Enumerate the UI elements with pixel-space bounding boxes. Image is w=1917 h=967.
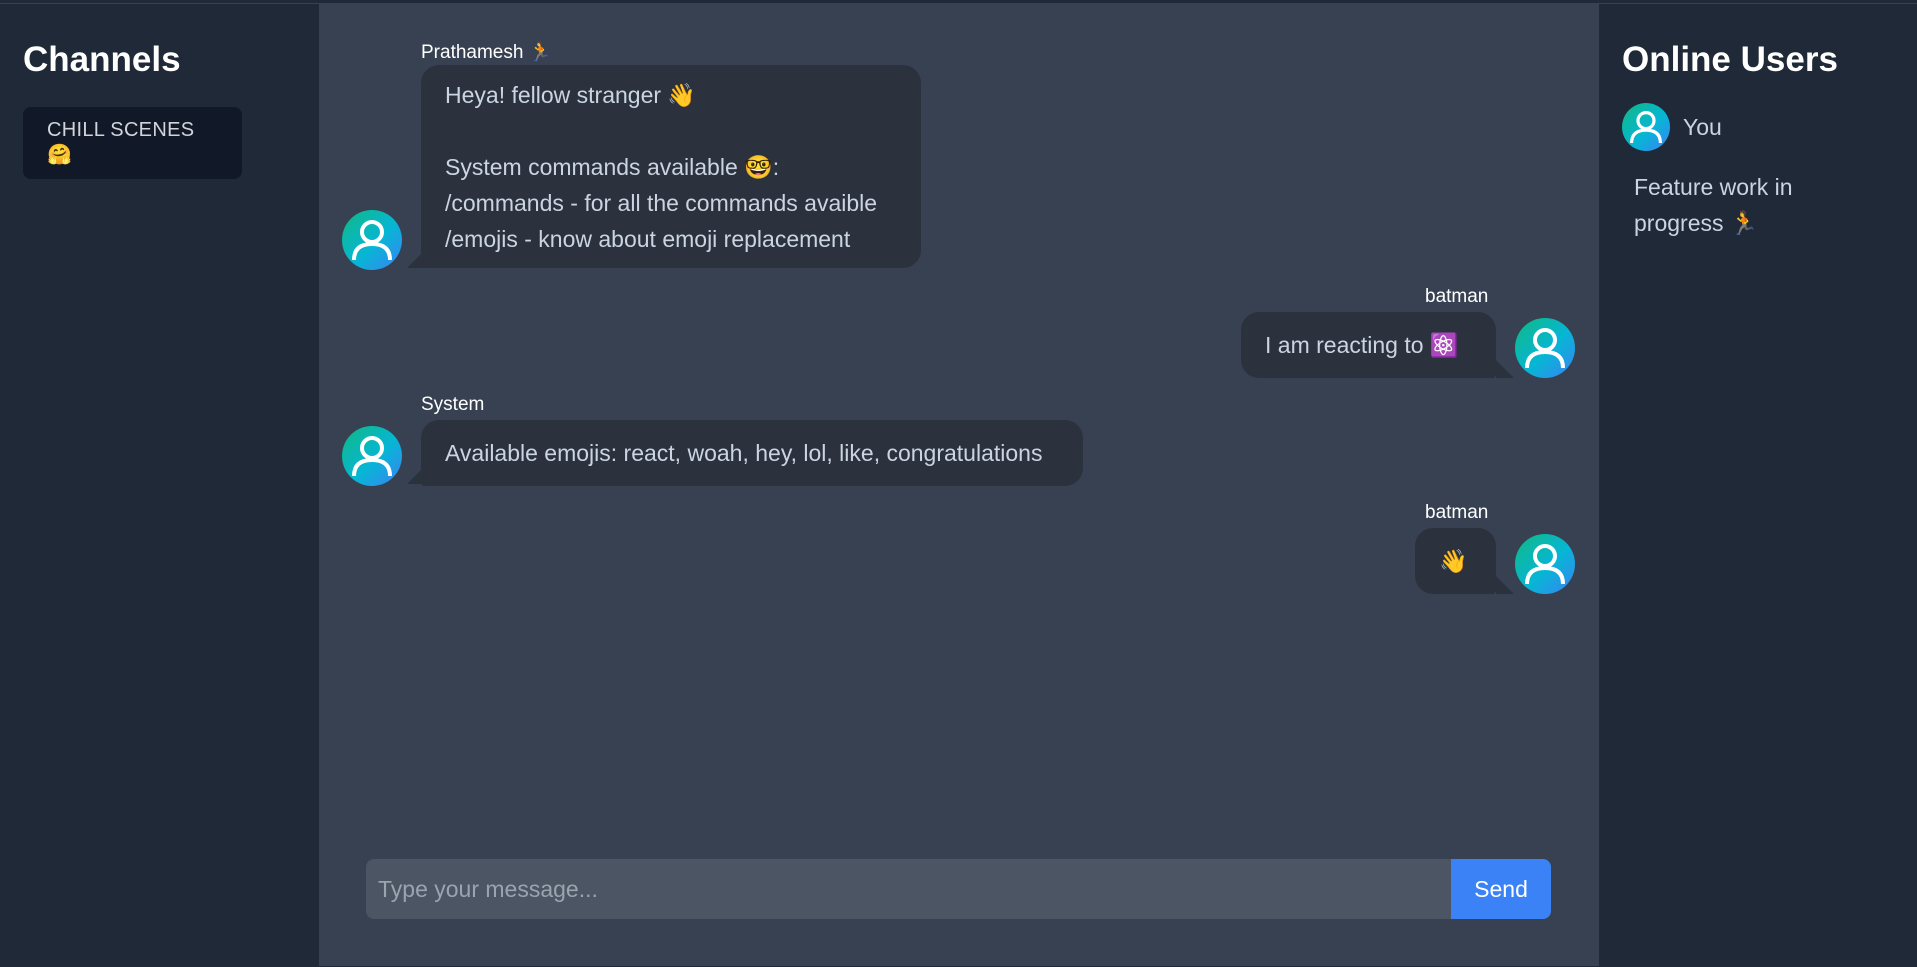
bubble-tail xyxy=(1496,576,1514,594)
user-avatar-icon xyxy=(1515,318,1575,378)
message-sender: batman xyxy=(1425,286,1489,307)
chat-panel: Prathamesh 🏃 Heya! fellow stranger 👋 Sys… xyxy=(319,4,1599,966)
bubble-tail xyxy=(1496,360,1514,378)
user-avatar-icon xyxy=(1622,103,1670,151)
message-bubble: Heya! fellow stranger 👋 System commands … xyxy=(421,65,921,268)
online-users-sidebar: Online Users You Feature work in progres… xyxy=(1599,4,1917,966)
user-avatar-icon xyxy=(342,426,402,486)
user-avatar-icon xyxy=(1515,534,1575,594)
online-user-name: You xyxy=(1683,113,1722,140)
message-composer: Send xyxy=(366,859,1551,919)
message-sender: batman xyxy=(1425,502,1489,523)
send-button[interactable]: Send xyxy=(1451,859,1551,919)
channel-label: CHILL SCENES 🤗 xyxy=(47,119,195,166)
message-bubble: Available emojis: react, woah, hey, lol,… xyxy=(421,420,1083,486)
user-avatar-icon xyxy=(342,210,402,270)
channels-title: Channels xyxy=(23,40,181,79)
channel-chill-scenes-button[interactable]: CHILL SCENES 🤗 xyxy=(23,107,242,179)
message-sender: System xyxy=(421,394,485,415)
feature-status-note: Feature work in progress 🏃 xyxy=(1634,174,1793,236)
online-user-row[interactable]: You xyxy=(1622,103,1894,151)
channels-sidebar: Channels CHILL SCENES 🤗 xyxy=(0,4,319,966)
message-sender: Prathamesh 🏃 xyxy=(421,42,553,63)
message-bubble: 👋 xyxy=(1415,528,1496,594)
chat-app: Channels CHILL SCENES 🤗 Prathamesh 🏃 Hey… xyxy=(0,3,1917,966)
message-input[interactable] xyxy=(366,859,1451,919)
online-users-title: Online Users xyxy=(1622,40,1838,79)
message-bubble: I am reacting to ⚛️ xyxy=(1241,312,1496,378)
